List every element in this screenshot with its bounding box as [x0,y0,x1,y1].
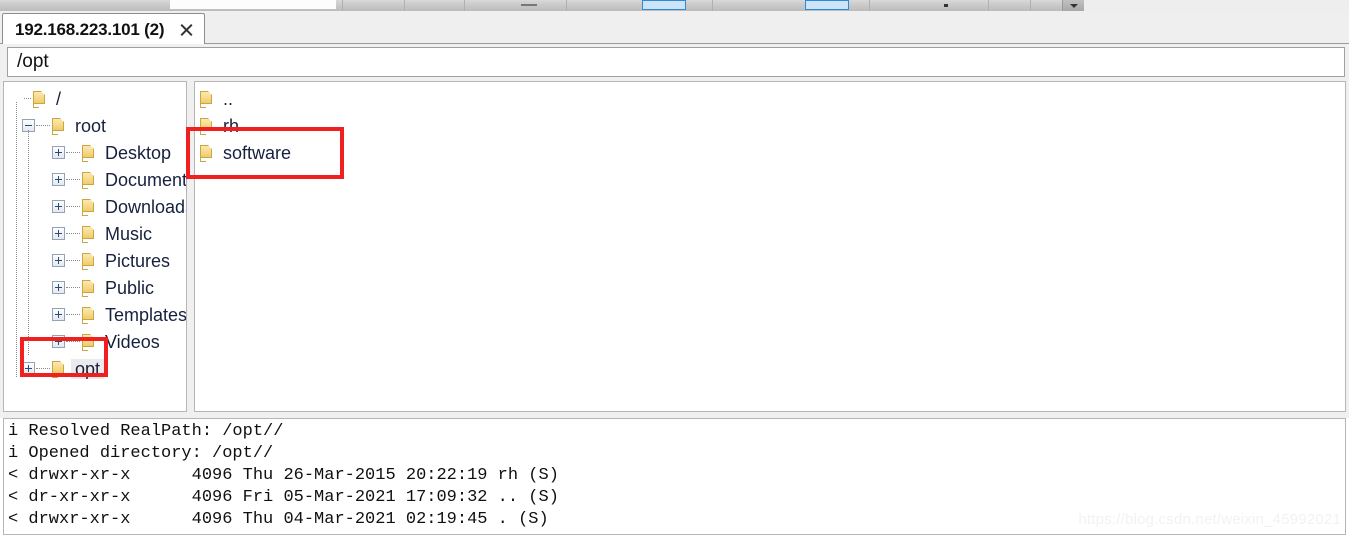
folder-icon [81,252,96,270]
tree-item-label: Documents [105,169,187,190]
tree-item-label: Templates [105,304,187,325]
toolbar-separator [404,0,405,11]
file-list-item[interactable]: software [195,139,1345,166]
tree-connector [66,313,80,316]
folder-icon [81,333,96,351]
tree-connector [66,286,80,289]
folder-icon [81,279,96,297]
tree-item-label: Pictures [105,250,171,271]
tree-guide-line [28,130,29,355]
toolbar-separator [869,0,870,11]
log-panel[interactable]: i Resolved RealPath: /opt// i Opened dire… [3,418,1346,535]
tree-expand-icon[interactable] [52,146,65,159]
folder-icon [199,90,214,108]
tree-guide-line [16,102,17,377]
file-list-item-label: rh [223,115,240,136]
toolbar-button-highlighted[interactable] [805,0,849,10]
log-line: < drwxr-xr-x 4096 Thu 26-Mar-2015 20:22:… [8,466,559,485]
tab-bar: 192.168.223.101 (2) [0,11,1349,45]
tree-item-root[interactable]: root [4,112,186,139]
toolbar-icon[interactable] [944,4,948,7]
file-list: .. rh software [195,82,1345,166]
tree-expand-icon[interactable] [52,335,65,348]
folder-icon [81,225,96,243]
tree-item-label: Downloads [105,196,187,217]
tree-expand-icon[interactable] [52,200,65,213]
tab-session-192-168-223-101[interactable]: 192.168.223.101 (2) [2,13,206,45]
tree-expand-icon[interactable] [52,254,65,267]
tree-item-videos[interactable]: Videos [4,328,186,355]
watermark: https://blog.csdn.net/weixin_45992021 [1078,511,1341,528]
tree-connector [66,259,80,262]
tree-item-templates[interactable]: Templates [4,301,186,328]
tree-expand-icon[interactable] [52,308,65,321]
toolbar-separator [342,0,343,11]
folder-icon [81,198,96,216]
toolbar-text-field[interactable] [170,0,336,9]
tree-item-label: / [56,88,62,109]
tree-connector [66,340,80,343]
folder-icon [199,117,214,135]
log-line: i Opened directory: /opt// [8,444,274,463]
toolbar-empty-area [1084,0,1349,11]
toolbar-separator [712,0,713,11]
path-bar-area: /opt [0,44,1349,80]
close-icon[interactable] [178,22,194,38]
folder-icon [199,144,214,162]
tree-item-desktop[interactable]: Desktop [4,139,186,166]
toolbar-separator [566,0,567,11]
tree-item-[interactable]: / [4,85,186,112]
folder-icon [81,171,96,189]
tree-item-downloads[interactable]: Downloads [4,193,186,220]
tree-item-pictures[interactable]: Pictures [4,247,186,274]
tree-expand-icon[interactable] [52,281,65,294]
tree-connector [66,151,80,154]
tree-item-opt[interactable]: opt [4,355,186,382]
path-input[interactable]: /opt [7,47,1345,77]
tree-expand-icon[interactable] [52,173,65,186]
tree-item-label: Desktop [105,142,172,163]
tree-connector [66,178,80,181]
chevron-down-icon[interactable] [1062,0,1085,11]
path-value: /opt [17,51,49,72]
log-line: < dr-xr-xr-x 4096 Fri 05-Mar-2021 17:09:… [8,488,559,507]
directory-tree: / root Desktop Documents Downloads Music Pictu… [4,82,186,382]
tab-label: 192.168.223.101 (2) [15,19,165,39]
file-list-item[interactable]: rh [195,112,1345,139]
tree-item-public[interactable]: Public [4,274,186,301]
tree-item-label: Public [105,277,155,298]
tree-connector [66,205,80,208]
file-list-item[interactable]: .. [195,85,1345,112]
folder-icon [81,144,96,162]
tree-connector [36,367,50,370]
panels-container: / root Desktop Documents Downloads Music Pictu… [0,80,1349,415]
toolbar-separator [988,0,989,11]
toolbar-separator [464,0,465,11]
tree-item-label: Videos [105,331,160,352]
tree-item-label: opt [71,358,105,379]
tree-item-documents[interactable]: Documents [4,166,186,193]
file-list-item-label: software [223,142,292,163]
directory-tree-panel[interactable]: / root Desktop Documents Downloads Music Pictu… [3,81,187,412]
tree-expand-icon[interactable] [22,362,35,375]
folder-icon [51,360,66,378]
tree-connector [66,232,80,235]
tree-item-label: Music [105,223,153,244]
log-line: i Resolved RealPath: /opt// [8,422,284,441]
folder-icon [32,90,47,108]
tree-connector [24,97,31,100]
tree-connector [36,124,50,127]
folder-icon [51,117,66,135]
tree-expand-icon[interactable] [52,227,65,240]
file-list-panel[interactable]: .. rh software [194,81,1346,412]
file-list-item-label: .. [223,88,234,109]
toolbar-separator [1030,0,1031,11]
folder-icon [81,306,96,324]
toolbar-button-highlighted[interactable] [642,0,686,10]
tree-item-label: root [75,115,107,136]
toolbar-icon[interactable] [521,4,537,6]
tree-item-music[interactable]: Music [4,220,186,247]
